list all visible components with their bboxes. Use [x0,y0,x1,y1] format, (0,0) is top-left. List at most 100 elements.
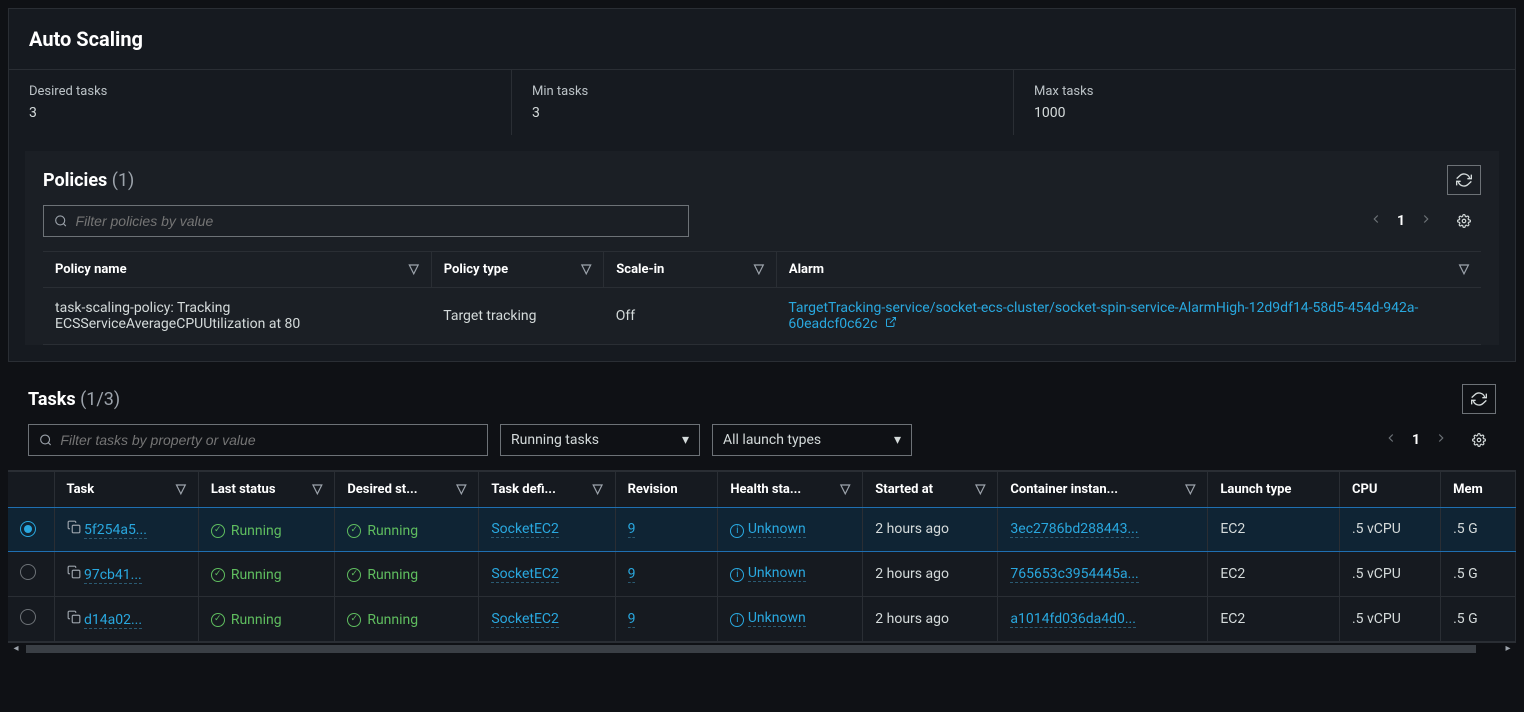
sort-icon: ▽ [1459,262,1469,277]
launch-filter-value: All launch types [723,432,821,448]
task-def-link[interactable]: SocketEC2 [491,566,559,583]
tasks-title-text: Tasks [28,389,76,410]
revision-link[interactable]: 9 [628,611,636,628]
tasks-filter-input[interactable] [60,432,477,448]
copy-icon[interactable] [67,567,81,583]
task-def-link[interactable]: SocketEC2 [491,521,559,538]
alarm-cell: TargetTracking-service/socket-ecs-cluste… [776,288,1481,345]
container-inst-cell: a1014fd036da4d0... [998,596,1208,641]
container-link[interactable]: 765653c3954445a... [1010,566,1138,583]
tasks-table: Task▽ Last status▽ Desired st...▽ Task d… [8,471,1516,642]
col-revision[interactable]: Revision [615,472,718,508]
col-task[interactable]: Task▽ [54,472,198,508]
col-started[interactable]: Started at▽ [863,472,998,508]
settings-button[interactable] [1462,425,1496,455]
launch-filter-select[interactable]: All launch types ▾ [712,424,912,456]
page-number: 1 [1397,213,1405,229]
task-link[interactable]: 97cb41... [84,567,142,584]
gear-icon [1472,433,1486,447]
min-label: Min tasks [532,84,993,99]
last-status-cell: Running [198,551,335,596]
next-page-button[interactable] [1415,208,1437,234]
scroll-thumb[interactable] [26,645,1476,653]
settings-button[interactable] [1447,206,1481,236]
col-policy-type[interactable]: Policy type▽ [431,252,604,288]
policy-type-cell: Target tracking [431,288,604,345]
container-link[interactable]: a1014fd036da4d0... [1010,611,1136,628]
col-alarm[interactable]: Alarm▽ [776,252,1481,288]
alarm-link[interactable]: TargetTracking-service/socket-ecs-cluste… [788,300,1418,332]
revision-cell: 9 [615,596,718,641]
task-row[interactable]: d14a02...RunningRunningSocketEC29i Unkno… [8,596,1516,641]
cpu-cell: .5 vCPU [1339,508,1440,552]
col-policy-name[interactable]: Policy name▽ [43,252,431,288]
next-page-button[interactable] [1430,427,1452,453]
col-select [8,472,54,508]
sort-icon: ▽ [581,262,591,277]
refresh-button[interactable] [1462,384,1496,414]
container-inst-cell: 765653c3954445a... [998,551,1208,596]
col-health[interactable]: Health sta...▽ [718,472,863,508]
success-icon [211,568,225,582]
tasks-pagination: 1 [1380,425,1496,455]
policies-pagination: 1 [1365,206,1481,236]
policies-filter-input[interactable] [76,213,678,229]
scale-in-cell: Off [604,288,777,345]
scroll-right-icon: ▸ [1500,643,1516,655]
col-container-inst[interactable]: Container instan...▽ [998,472,1208,508]
desired-status-cell: Running [335,551,479,596]
panel-title: Auto Scaling [9,9,1515,70]
horizontal-scrollbar[interactable]: ◂ ▸ [8,642,1516,654]
sort-icon: ▽ [1185,482,1195,497]
desired-status-cell: Running [335,508,479,552]
row-select[interactable] [8,596,54,641]
tasks-title: Tasks (1/3) [28,389,120,410]
row-select[interactable] [8,508,54,552]
task-def-cell: SocketEC2 [479,508,615,552]
copy-icon[interactable] [67,522,81,538]
task-row[interactable]: 5f254a5...RunningRunningSocketEC29i Unkn… [8,508,1516,552]
policy-name-cell: task-scaling-policy: Tracking ECSService… [43,288,431,345]
health-link[interactable]: Unknown [748,521,806,538]
policies-count: (1) [112,170,135,191]
refresh-button[interactable] [1447,165,1481,195]
col-last-status[interactable]: Last status▽ [198,472,335,508]
copy-icon[interactable] [67,612,81,628]
min-value: 3 [532,105,993,121]
col-cpu[interactable]: CPU [1339,472,1440,508]
mem-cell: .5 G [1441,551,1516,596]
health-link[interactable]: Unknown [748,610,806,627]
task-link[interactable]: d14a02... [84,612,142,629]
policy-row[interactable]: task-scaling-policy: Tracking ECSService… [43,288,1481,345]
status-filter-select[interactable]: Running tasks ▾ [500,424,700,456]
sort-icon: ▽ [754,262,764,277]
radio-icon [20,609,36,625]
prev-page-button[interactable] [1380,427,1402,453]
launch-type-cell: EC2 [1208,596,1340,641]
policies-filter[interactable] [43,205,689,237]
health-cell: i Unknown [718,508,863,552]
col-launch-type[interactable]: Launch type [1208,472,1340,508]
policies-table: Policy name▽ Policy type▽ Scale-in▽ Alar… [43,251,1481,345]
info-icon: i [730,568,744,582]
revision-cell: 9 [615,551,718,596]
tasks-panel: Tasks (1/3) Running tasks ▾ All launch t… [8,370,1516,654]
container-link[interactable]: 3ec2786bd288443... [1010,521,1138,538]
row-select[interactable] [8,551,54,596]
revision-link[interactable]: 9 [628,566,636,583]
col-scale-in[interactable]: Scale-in▽ [604,252,777,288]
col-mem[interactable]: Mem [1441,472,1516,508]
success-icon [211,613,225,627]
tasks-filter[interactable] [28,424,488,456]
task-def-cell: SocketEC2 [479,596,615,641]
task-def-link[interactable]: SocketEC2 [491,611,559,628]
col-desired-status[interactable]: Desired st...▽ [335,472,479,508]
prev-page-button[interactable] [1365,208,1387,234]
col-task-def[interactable]: Task defi...▽ [479,472,615,508]
revision-link[interactable]: 9 [628,521,636,538]
health-link[interactable]: Unknown [748,565,806,582]
launch-type-cell: EC2 [1208,508,1340,552]
task-link[interactable]: 5f254a5... [84,522,147,539]
sort-icon: ▽ [312,482,322,497]
task-row[interactable]: 97cb41... RunningRunning SocketEC2 9 i Unkno… [8,551,1516,596]
